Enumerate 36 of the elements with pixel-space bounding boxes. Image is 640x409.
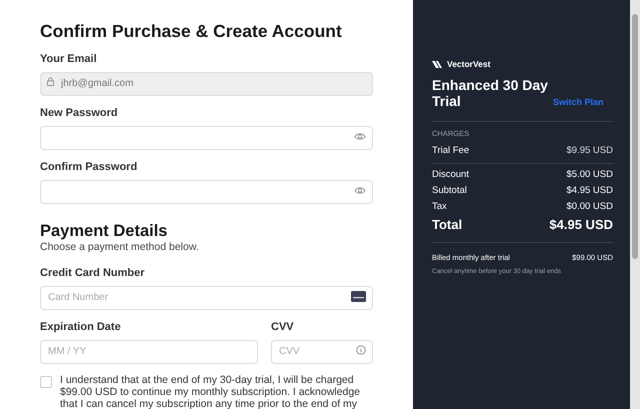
field-label: CVV: [271, 320, 295, 334]
charge-label: Trial Fee: [432, 144, 470, 158]
field-label: Your Email: [40, 52, 98, 66]
field-label: New Password: [40, 106, 119, 120]
agreement-text: I understand that at the end of my 30-day trial, I will be charged $99.00 USD to continue my monthly subscription. I acknowledge that I can cancel my subscription any time prior to the end of my: [60, 374, 361, 409]
plan-name: Enhanced 30 Day Trial: [432, 76, 549, 109]
input-field[interactable]: [40, 180, 373, 204]
line-label: Tax: [432, 200, 447, 214]
switch-plan-link[interactable]: Switch Plan: [553, 94, 604, 109]
input-field[interactable]: Card Number: [40, 286, 373, 310]
eye-icon[interactable]: [354, 186, 366, 194]
field-label: Credit Card Number: [40, 266, 146, 280]
section-subtitle: Choose a payment method below.: [40, 241, 200, 254]
line-label: Discount: [432, 168, 469, 182]
lock-icon: [47, 77, 54, 86]
scrollbar[interactable]: [630, 0, 640, 409]
section-title: Payment Details: [40, 221, 168, 241]
input-field[interactable]: MM / YY: [40, 340, 258, 364]
charge-amount: $9.95 USD: [566, 144, 613, 158]
total-amount: $4.95 USD: [549, 216, 613, 234]
card-icon: [351, 290, 366, 302]
brand-name: VectorVest: [447, 58, 490, 71]
line-amount: $5.00 USD: [566, 168, 613, 182]
info-icon: [356, 345, 366, 355]
line-amount: $0.00 USD: [566, 200, 613, 214]
eye-icon[interactable]: [354, 132, 366, 140]
page-title: Confirm Purchase & Create Account: [40, 20, 343, 42]
input-field[interactable]: CVV: [271, 340, 373, 364]
total-label: Total: [432, 216, 462, 234]
checkbox[interactable]: [40, 376, 52, 388]
input-field[interactable]: [40, 126, 373, 150]
line-amount: $4.95 USD: [566, 184, 613, 198]
field-label: Confirm Password: [40, 160, 138, 174]
field-label: Expiration Date: [40, 320, 122, 334]
line-label: Subtotal: [432, 184, 467, 198]
logo-icon: [432, 60, 442, 69]
